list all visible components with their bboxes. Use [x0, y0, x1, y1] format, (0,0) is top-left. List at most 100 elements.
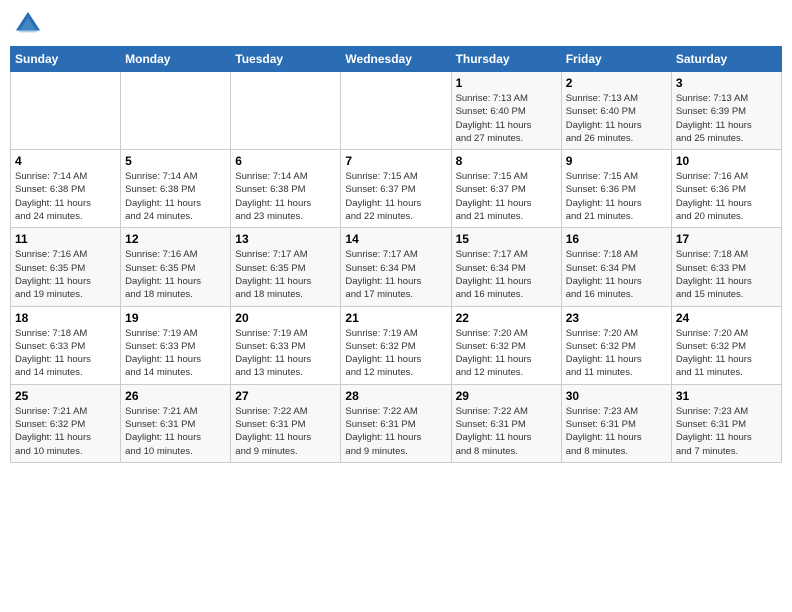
day-info: Sunrise: 7:21 AM Sunset: 6:32 PM Dayligh…	[15, 405, 116, 458]
day-info: Sunrise: 7:22 AM Sunset: 6:31 PM Dayligh…	[345, 405, 446, 458]
calendar-cell: 21 Sunrise: 7:19 AM Sunset: 6:32 PM Dayli…	[341, 306, 451, 384]
calendar-cell: 4 Sunrise: 7:14 AM Sunset: 6:38 PM Daylig…	[11, 150, 121, 228]
day-number: 14	[345, 232, 446, 246]
calendar-cell: 7 Sunrise: 7:15 AM Sunset: 6:37 PM Daylig…	[341, 150, 451, 228]
day-number: 21	[345, 311, 446, 325]
day-number: 12	[125, 232, 226, 246]
day-info: Sunrise: 7:17 AM Sunset: 6:35 PM Dayligh…	[235, 248, 336, 301]
day-info: Sunrise: 7:21 AM Sunset: 6:31 PM Dayligh…	[125, 405, 226, 458]
calendar-cell: 18 Sunrise: 7:18 AM Sunset: 6:33 PM Dayli…	[11, 306, 121, 384]
day-number: 10	[676, 154, 777, 168]
dow-header-friday: Friday	[561, 47, 671, 72]
day-number: 15	[456, 232, 557, 246]
day-number: 1	[456, 76, 557, 90]
calendar-cell	[11, 72, 121, 150]
day-info: Sunrise: 7:18 AM Sunset: 6:34 PM Dayligh…	[566, 248, 667, 301]
calendar-cell: 15 Sunrise: 7:17 AM Sunset: 6:34 PM Dayli…	[451, 228, 561, 306]
day-number: 13	[235, 232, 336, 246]
calendar-cell: 12 Sunrise: 7:16 AM Sunset: 6:35 PM Dayli…	[121, 228, 231, 306]
calendar-cell: 31 Sunrise: 7:23 AM Sunset: 6:31 PM Dayli…	[671, 384, 781, 462]
day-number: 5	[125, 154, 226, 168]
day-number: 26	[125, 389, 226, 403]
day-number: 30	[566, 389, 667, 403]
dow-header-monday: Monday	[121, 47, 231, 72]
calendar-cell: 23 Sunrise: 7:20 AM Sunset: 6:32 PM Dayli…	[561, 306, 671, 384]
day-number: 4	[15, 154, 116, 168]
day-number: 29	[456, 389, 557, 403]
calendar-cell: 2 Sunrise: 7:13 AM Sunset: 6:40 PM Daylig…	[561, 72, 671, 150]
calendar-cell	[231, 72, 341, 150]
calendar-cell: 20 Sunrise: 7:19 AM Sunset: 6:33 PM Dayli…	[231, 306, 341, 384]
day-info: Sunrise: 7:20 AM Sunset: 6:32 PM Dayligh…	[456, 327, 557, 380]
calendar-cell: 25Sunrise: 7:21 AM Sunset: 6:32 PM Dayli…	[11, 384, 121, 462]
calendar-cell: 14 Sunrise: 7:17 AM Sunset: 6:34 PM Dayli…	[341, 228, 451, 306]
calendar-cell: 11Sunrise: 7:16 AM Sunset: 6:35 PM Dayli…	[11, 228, 121, 306]
calendar-cell: 8 Sunrise: 7:15 AM Sunset: 6:37 PM Daylig…	[451, 150, 561, 228]
calendar-cell: 22Sunrise: 7:20 AM Sunset: 6:32 PM Dayli…	[451, 306, 561, 384]
logo-icon	[14, 10, 42, 38]
day-info: Sunrise: 7:15 AM Sunset: 6:36 PM Dayligh…	[566, 170, 667, 223]
day-info: Sunrise: 7:15 AM Sunset: 6:37 PM Dayligh…	[345, 170, 446, 223]
dow-header-saturday: Saturday	[671, 47, 781, 72]
day-info: Sunrise: 7:20 AM Sunset: 6:32 PM Dayligh…	[566, 327, 667, 380]
day-number: 24	[676, 311, 777, 325]
day-info: Sunrise: 7:22 AM Sunset: 6:31 PM Dayligh…	[235, 405, 336, 458]
dow-header-thursday: Thursday	[451, 47, 561, 72]
day-info: Sunrise: 7:19 AM Sunset: 6:33 PM Dayligh…	[125, 327, 226, 380]
dow-header-tuesday: Tuesday	[231, 47, 341, 72]
calendar-cell: 6Sunrise: 7:14 AM Sunset: 6:38 PM Daylig…	[231, 150, 341, 228]
day-info: Sunrise: 7:23 AM Sunset: 6:31 PM Dayligh…	[566, 405, 667, 458]
dow-header-sunday: Sunday	[11, 47, 121, 72]
day-number: 8	[456, 154, 557, 168]
calendar-cell: 26 Sunrise: 7:21 AM Sunset: 6:31 PM Dayli…	[121, 384, 231, 462]
calendar-cell: 5 Sunrise: 7:14 AM Sunset: 6:38 PM Daylig…	[121, 150, 231, 228]
calendar-cell: 13 Sunrise: 7:17 AM Sunset: 6:35 PM Dayli…	[231, 228, 341, 306]
day-info: Sunrise: 7:18 AM Sunset: 6:33 PM Dayligh…	[676, 248, 777, 301]
day-info: Sunrise: 7:17 AM Sunset: 6:34 PM Dayligh…	[456, 248, 557, 301]
calendar-cell: 10 Sunrise: 7:16 AM Sunset: 6:36 PM Dayli…	[671, 150, 781, 228]
day-info: Sunrise: 7:20 AM Sunset: 6:32 PM Dayligh…	[676, 327, 777, 380]
day-number: 28	[345, 389, 446, 403]
day-info: Sunrise: 7:23 AM Sunset: 6:31 PM Dayligh…	[676, 405, 777, 458]
day-info: Sunrise: 7:19 AM Sunset: 6:32 PM Dayligh…	[345, 327, 446, 380]
day-number: 19	[125, 311, 226, 325]
day-info: Sunrise: 7:19 AM Sunset: 6:33 PM Dayligh…	[235, 327, 336, 380]
day-info: Sunrise: 7:14 AM Sunset: 6:38 PM Dayligh…	[15, 170, 116, 223]
calendar-cell: 30 Sunrise: 7:23 AM Sunset: 6:31 PM Dayli…	[561, 384, 671, 462]
calendar-cell: 16 Sunrise: 7:18 AM Sunset: 6:34 PM Dayli…	[561, 228, 671, 306]
calendar-table: SundayMondayTuesdayWednesdayThursdayFrid…	[10, 46, 782, 463]
day-number: 18	[15, 311, 116, 325]
day-info: Sunrise: 7:13 AM Sunset: 6:39 PM Dayligh…	[676, 92, 777, 145]
day-number: 6	[235, 154, 336, 168]
day-number: 23	[566, 311, 667, 325]
day-number: 31	[676, 389, 777, 403]
calendar-cell	[341, 72, 451, 150]
day-info: Sunrise: 7:16 AM Sunset: 6:35 PM Dayligh…	[125, 248, 226, 301]
calendar-cell: 27 Sunrise: 7:22 AM Sunset: 6:31 PM Dayli…	[231, 384, 341, 462]
day-number: 7	[345, 154, 446, 168]
day-info: Sunrise: 7:16 AM Sunset: 6:36 PM Dayligh…	[676, 170, 777, 223]
day-info: Sunrise: 7:14 AM Sunset: 6:38 PM Dayligh…	[125, 170, 226, 223]
day-number: 27	[235, 389, 336, 403]
day-info: Sunrise: 7:18 AM Sunset: 6:33 PM Dayligh…	[15, 327, 116, 380]
calendar-cell: 1 Sunrise: 7:13 AM Sunset: 6:40 PM Daylig…	[451, 72, 561, 150]
day-info: Sunrise: 7:15 AM Sunset: 6:37 PM Dayligh…	[456, 170, 557, 223]
calendar-cell: 24 Sunrise: 7:20 AM Sunset: 6:32 PM Dayli…	[671, 306, 781, 384]
day-info: Sunrise: 7:13 AM Sunset: 6:40 PM Dayligh…	[456, 92, 557, 145]
day-number: 3	[676, 76, 777, 90]
day-info: Sunrise: 7:17 AM Sunset: 6:34 PM Dayligh…	[345, 248, 446, 301]
day-number: 9	[566, 154, 667, 168]
day-info: Sunrise: 7:22 AM Sunset: 6:31 PM Dayligh…	[456, 405, 557, 458]
day-number: 11	[15, 232, 116, 246]
calendar-cell: 3 Sunrise: 7:13 AM Sunset: 6:39 PM Daylig…	[671, 72, 781, 150]
logo	[14, 10, 46, 38]
day-number: 20	[235, 311, 336, 325]
day-number: 2	[566, 76, 667, 90]
calendar-cell: 9 Sunrise: 7:15 AM Sunset: 6:36 PM Daylig…	[561, 150, 671, 228]
day-number: 17	[676, 232, 777, 246]
calendar-cell: 29 Sunrise: 7:22 AM Sunset: 6:31 PM Dayli…	[451, 384, 561, 462]
day-number: 16	[566, 232, 667, 246]
day-info: Sunrise: 7:13 AM Sunset: 6:40 PM Dayligh…	[566, 92, 667, 145]
calendar-cell: 19 Sunrise: 7:19 AM Sunset: 6:33 PM Dayli…	[121, 306, 231, 384]
page-header	[10, 10, 782, 38]
